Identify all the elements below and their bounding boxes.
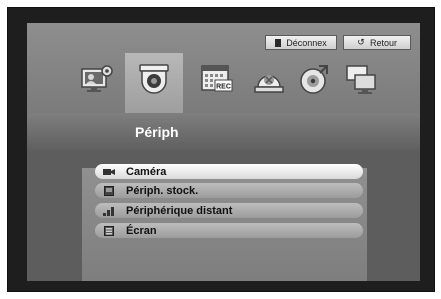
back-arrow-icon: ↺ <box>357 37 365 47</box>
logout-icon <box>275 38 282 47</box>
network-monitors-icon[interactable] <box>345 63 379 97</box>
menu-item-label: Périph. stock. <box>126 184 199 197</box>
menu-item-label: Périphérique distant <box>126 204 233 217</box>
section-title-band <box>27 113 420 151</box>
menu-item-screen[interactable]: Écran <box>95 223 363 238</box>
storage-icon <box>102 185 116 196</box>
menu-item-storage[interactable]: Périph. stock. <box>95 183 363 198</box>
menu-item-label: Caméra <box>126 165 167 178</box>
camera-device-icon[interactable] <box>137 63 171 97</box>
menu-panel: Déconnex ↺ Retour REC Périph Caméra Péri… <box>27 23 420 281</box>
monitor-icon <box>102 225 116 236</box>
system-settings-icon[interactable] <box>80 63 114 97</box>
section-title: Périph <box>135 124 179 140</box>
logout-button[interactable]: Déconnex <box>265 35 337 50</box>
record-schedule-icon[interactable]: REC <box>200 63 234 97</box>
back-button[interactable]: ↺ Retour <box>343 35 411 50</box>
backup-disc-icon[interactable] <box>297 63 331 97</box>
back-label: Retour <box>369 37 397 48</box>
menu-item-remote-device[interactable]: Périphérique distant <box>95 203 363 218</box>
event-alarm-icon[interactable] <box>252 63 286 97</box>
dvr-menu-screen: Déconnex ↺ Retour REC Périph Caméra Péri… <box>0 0 441 299</box>
rec-badge: REC <box>216 84 231 91</box>
menu-item-camera[interactable]: Caméra <box>95 164 363 179</box>
menu-item-label: Écran <box>126 224 157 237</box>
logout-label: Déconnex <box>286 37 327 48</box>
camera-icon <box>102 167 116 177</box>
remote-device-icon <box>102 206 116 216</box>
